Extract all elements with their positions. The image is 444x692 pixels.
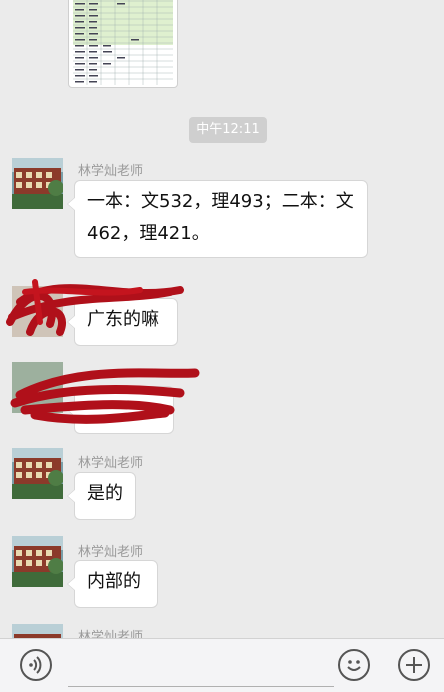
avatar[interactable] xyxy=(12,362,63,413)
message-text: 广东的嘛 xyxy=(87,309,159,330)
sender-name: 林学灿老师 xyxy=(78,545,144,560)
message-input[interactable] xyxy=(68,646,334,687)
chat-area: 中午12:11 林学灿老师 一本：文532，理493；二本：文 462，理421… xyxy=(0,0,444,638)
sender-name: 林学灿老师 xyxy=(78,164,144,179)
voice-icon xyxy=(29,656,42,674)
avatar[interactable] xyxy=(12,536,63,587)
input-bar xyxy=(0,638,444,692)
message-text-line: 462，理421。 xyxy=(87,223,210,244)
emoji-icon xyxy=(347,660,361,671)
message-bubble[interactable]: 内部的 xyxy=(67,560,158,608)
message-text: 是的 xyxy=(87,483,123,504)
voice-button[interactable] xyxy=(20,649,52,681)
avatar[interactable] xyxy=(12,158,63,209)
message-bubble[interactable]: 是的 xyxy=(67,472,136,520)
sender-name: 林学灿老师 xyxy=(78,630,144,638)
avatar[interactable] xyxy=(12,624,63,638)
message-bubble[interactable]: 广东的嘛 xyxy=(67,298,178,346)
spreadsheet-image[interactable] xyxy=(68,0,178,88)
plus-button[interactable] xyxy=(398,649,430,681)
avatar[interactable] xyxy=(12,448,63,499)
message-bubble[interactable]: 一本：文532，理493；二本：文 462，理421。 xyxy=(67,180,368,258)
plus-icon xyxy=(406,657,422,673)
message-text: 内部的 xyxy=(87,571,141,592)
timestamp-label: 中午12:11 xyxy=(189,117,267,143)
avatar[interactable] xyxy=(12,286,63,337)
message-bubble[interactable] xyxy=(67,386,174,434)
sender-name: 林学灿老师 xyxy=(78,456,144,471)
message-text-line: 一本：文532，理493；二本：文 xyxy=(87,191,354,212)
emoji-button[interactable] xyxy=(338,649,370,681)
